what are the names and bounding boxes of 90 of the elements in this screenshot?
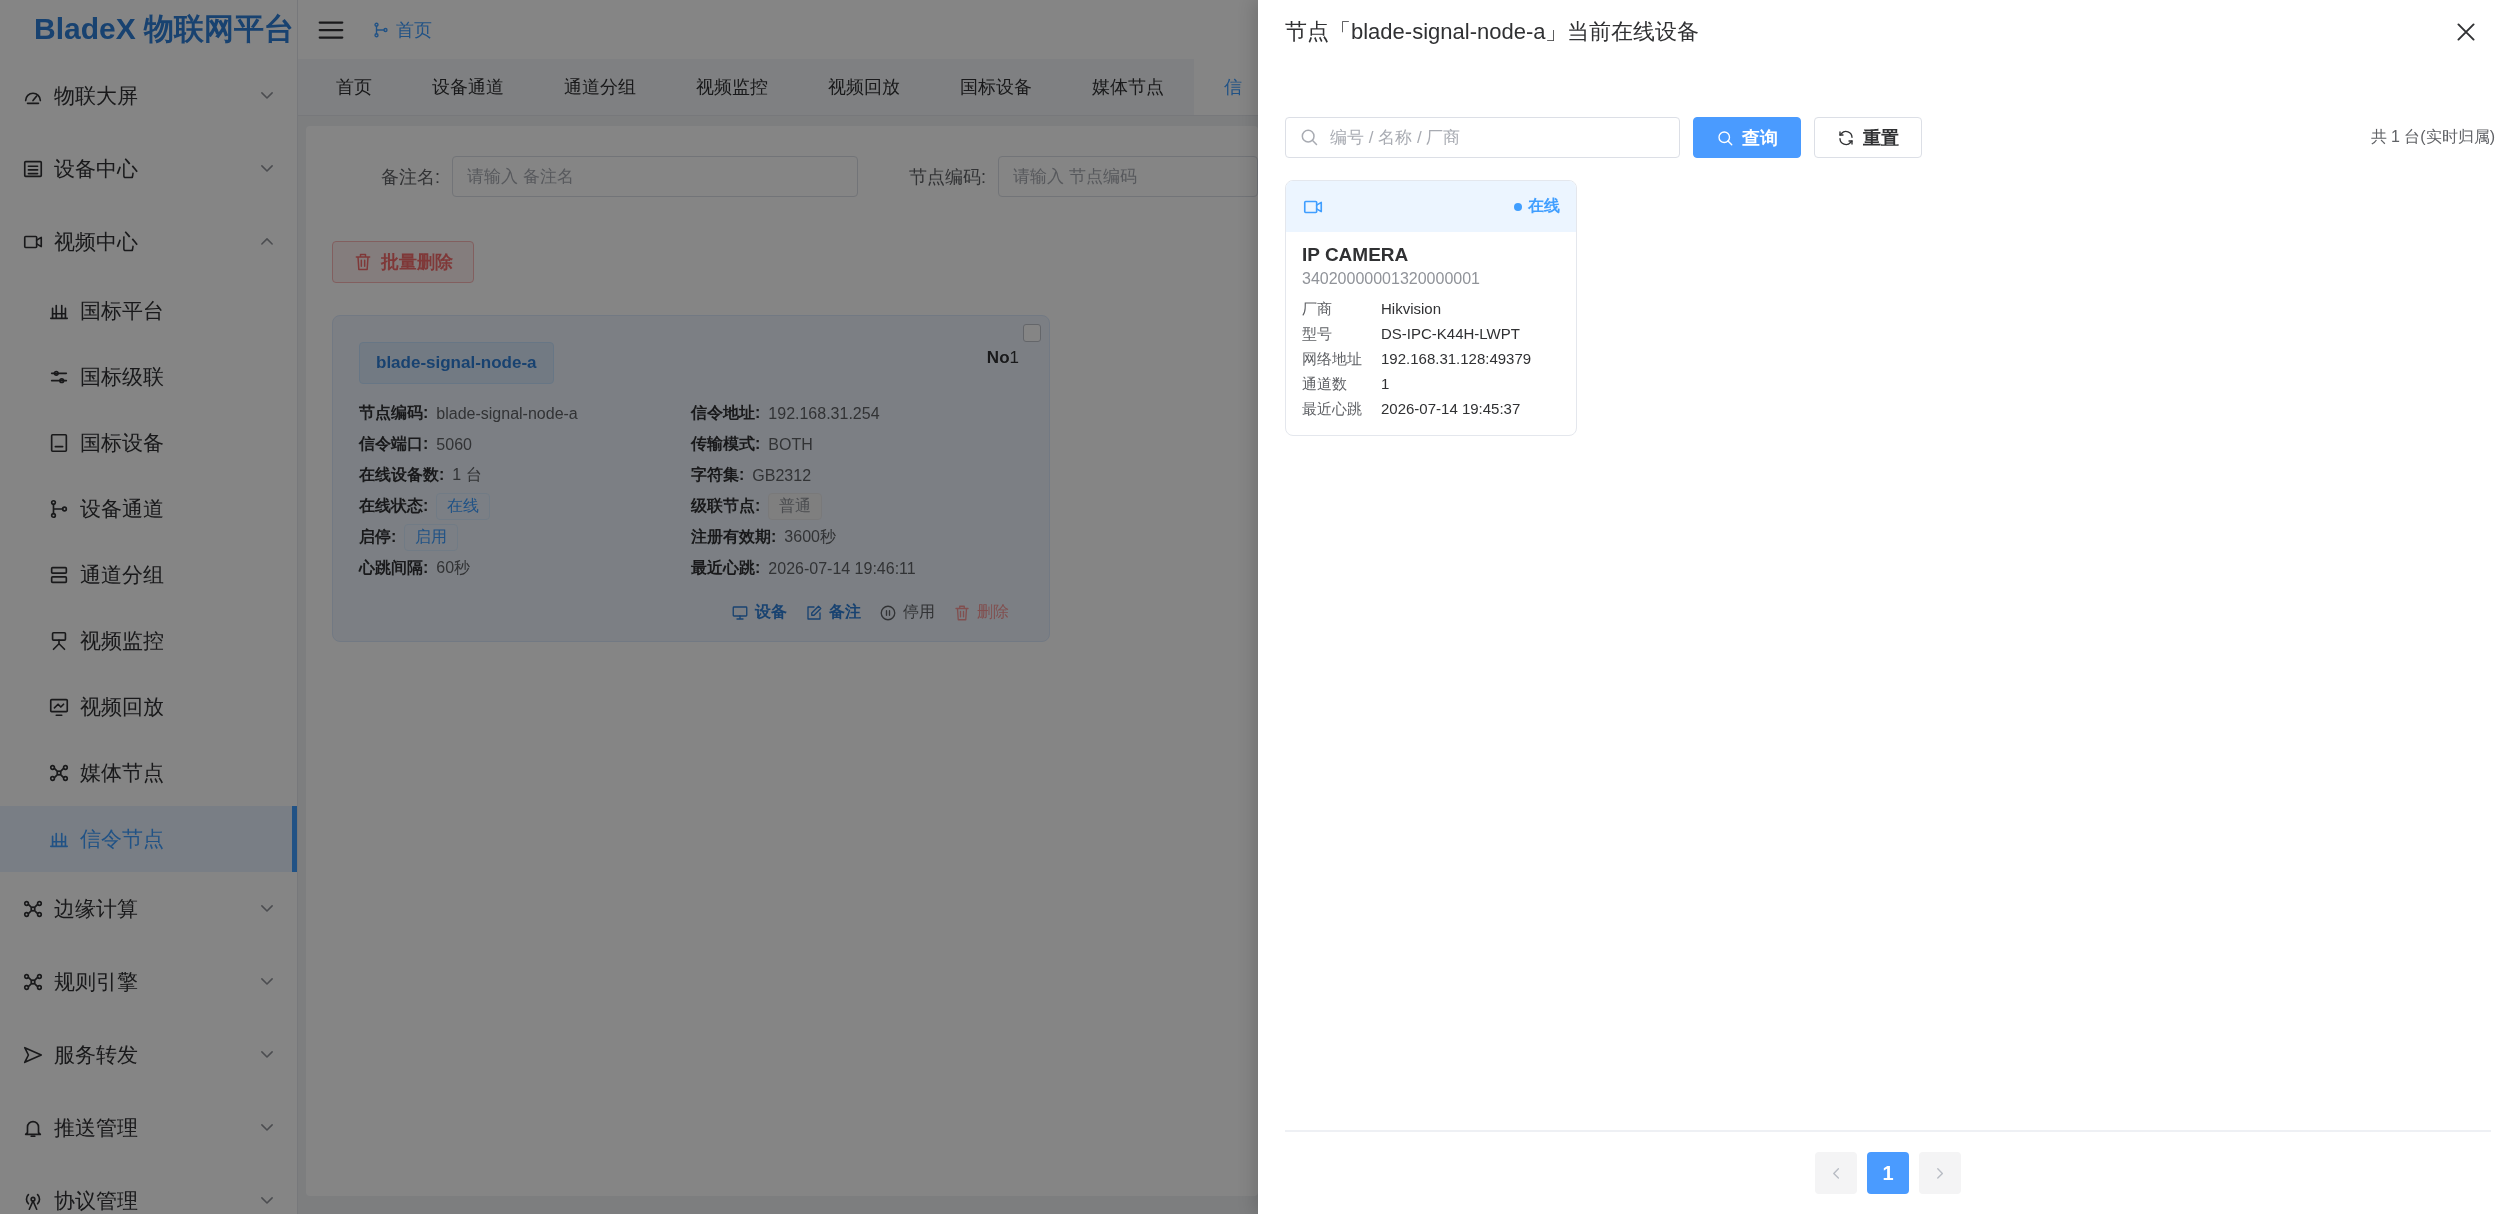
tab[interactable]: 视频回放 xyxy=(798,59,930,115)
app-logo: BladeX 物联网平台 xyxy=(33,11,296,47)
status-label: 在线 xyxy=(1528,196,1560,216)
field-label: 节点编码: xyxy=(908,165,987,189)
drawer-title: 节点「blade-signal-node-a」当前在线设备 xyxy=(1285,18,1700,46)
action-link[interactable]: 设备 xyxy=(731,602,787,623)
branch-icon xyxy=(372,20,390,39)
field-value: GB2312 xyxy=(752,466,812,485)
status-tag: 启用 xyxy=(404,524,459,551)
tab[interactable]: 视频监控 xyxy=(666,59,798,115)
submenu-item[interactable]: 国标平台 xyxy=(0,278,297,344)
chevron-left-icon xyxy=(1832,1167,1840,1179)
panel-icon xyxy=(48,432,70,454)
field-label: 信令端口: xyxy=(359,434,429,454)
search-field[interactable]: 编号 / 名称 / 厂商 xyxy=(1285,117,1680,158)
field-label: 厂商 xyxy=(1302,299,1333,319)
field-label: 字符集: xyxy=(691,465,745,485)
field-label: 信令地址: xyxy=(691,403,761,423)
field-label: 型号 xyxy=(1302,324,1333,344)
total-count: 共 1 台(实时归属) xyxy=(2370,127,2495,147)
field-value: 3600秒 xyxy=(784,527,836,547)
checkbox[interactable] xyxy=(1023,324,1041,342)
page-button[interactable]: 1 xyxy=(1867,1152,1909,1194)
device-id: 34020000001320000001 xyxy=(1302,270,1481,288)
field-value: 1 xyxy=(1381,374,1391,394)
menu-item[interactable]: 推送管理 xyxy=(0,1091,297,1164)
query-button[interactable]: 查询 xyxy=(1693,117,1801,158)
menu-item[interactable]: 边缘计算 xyxy=(0,872,297,945)
network-icon xyxy=(48,762,70,784)
menu-item[interactable]: 视频中心 xyxy=(0,205,297,278)
action-link[interactable]: 备注 xyxy=(805,602,861,623)
search-icon xyxy=(1716,128,1734,147)
field-label: 最近心跳 xyxy=(1302,399,1363,419)
action-link[interactable]: 停用 xyxy=(879,602,935,623)
field-label: 最近心跳: xyxy=(691,558,761,578)
field-value: DS-IPC-K44H-LWPT xyxy=(1381,324,1521,344)
menu-item[interactable]: 物联大屏 xyxy=(0,59,297,132)
tab[interactable]: 通道分组 xyxy=(534,59,666,115)
menu-item[interactable]: 协议管理 xyxy=(0,1164,297,1214)
submenu-item[interactable]: 国标级联 xyxy=(0,344,297,410)
menu-item[interactable]: 服务转发 xyxy=(0,1018,297,1091)
field-value: 1 台 xyxy=(452,465,482,485)
submenu-item[interactable]: 视频回放 xyxy=(0,674,297,740)
field-value: BOTH xyxy=(768,435,813,454)
pause-icon xyxy=(879,603,897,622)
field-value: Hikvision xyxy=(1381,299,1442,319)
tab[interactable]: 媒体节点 xyxy=(1062,59,1194,115)
field-value: 5060 xyxy=(436,435,472,454)
submenu-item[interactable]: 媒体节点 xyxy=(0,740,297,806)
trash-icon xyxy=(353,252,373,272)
menu-item[interactable]: 规则引擎 xyxy=(0,945,297,1018)
chevron-right-icon xyxy=(1936,1167,1944,1179)
field-label: 心跳间隔: xyxy=(359,558,429,578)
refresh-icon xyxy=(1837,128,1855,147)
field-label: 节点编码: xyxy=(359,403,429,423)
menu-item[interactable]: 设备中心 xyxy=(0,132,297,205)
field-label: 传输模式: xyxy=(691,434,761,454)
submenu-item[interactable]: 通道分组 xyxy=(0,542,297,608)
field-value: blade-signal-node-a xyxy=(436,404,578,423)
status-tag: 在线 xyxy=(436,493,491,520)
reset-button[interactable]: 重置 xyxy=(1814,117,1922,158)
search-icon xyxy=(1299,127,1319,147)
field-label: 备注名: xyxy=(380,165,441,189)
submenu-item[interactable]: 国标设备 xyxy=(0,410,297,476)
field-value: 2026-07-14 19:45:37 xyxy=(1381,399,1522,419)
device-name: IP CAMERA xyxy=(1302,244,1410,266)
branch-icon xyxy=(48,498,70,520)
field-label: 通道数 xyxy=(1302,374,1348,394)
chart-screen-icon xyxy=(48,696,70,718)
field-label: 在线状态: xyxy=(359,496,429,516)
field-value: 2026-07-14 19:46:11 xyxy=(768,559,916,578)
node-title: blade-signal-node-a xyxy=(359,342,554,384)
card-number: No1 xyxy=(986,348,1019,368)
field-label: 级联节点: xyxy=(691,496,761,516)
tab[interactable]: 首页 xyxy=(306,59,402,115)
field-value: 192.168.31.254 xyxy=(768,404,880,423)
field-label: 启停: xyxy=(359,527,397,547)
monitor-icon xyxy=(731,603,749,622)
tab[interactable]: 设备通道 xyxy=(402,59,534,115)
field-label: 注册有效期: xyxy=(691,527,777,547)
submenu-item[interactable]: 视频监控 xyxy=(0,608,297,674)
field-label: 在线设备数: xyxy=(359,465,445,485)
field-value: 192.168.31.128:49379 xyxy=(1381,349,1533,369)
field-value: 60秒 xyxy=(436,558,471,578)
edit-icon xyxy=(805,603,823,622)
submenu-item[interactable]: 设备通道 xyxy=(0,476,297,542)
field-label: 网络地址 xyxy=(1302,349,1363,369)
stack-icon xyxy=(48,564,70,586)
tab[interactable]: 国标设备 xyxy=(930,59,1062,115)
trash-icon xyxy=(953,603,971,622)
